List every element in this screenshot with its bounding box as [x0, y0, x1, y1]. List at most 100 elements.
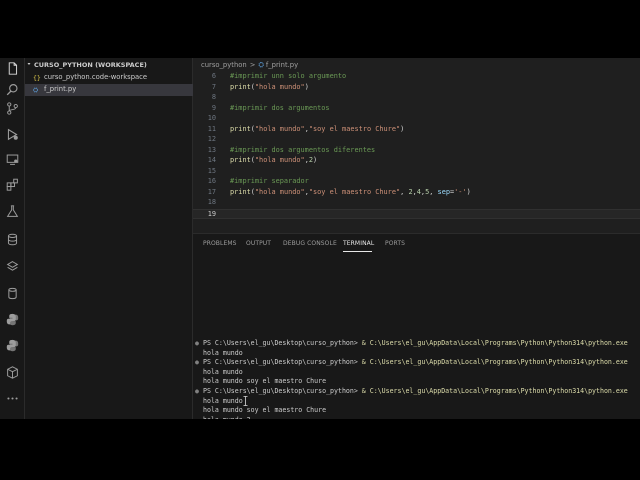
terminal-text: hola mundo soy el maestro Chure: [203, 377, 327, 386]
code-token: print: [230, 187, 251, 196]
code-line[interactable]: 7 print("hola mundo"): [193, 83, 640, 94]
terminal-text: hola mundo: [203, 396, 243, 405]
testing-icon[interactable]: [5, 204, 20, 219]
code-line[interactable]: 13 #imprimir dos argumentos diferentes: [193, 146, 640, 157]
terminal-text: hola mundo soy el maestro Chure: [203, 406, 327, 415]
activity-bar: [0, 58, 25, 419]
python-icon[interactable]: [5, 312, 20, 327]
python-file-icon: ⛭: [33, 86, 39, 94]
code-line[interactable]: 14 print("hola mundo",2): [193, 156, 640, 167]
text-cursor-icon: [243, 396, 248, 406]
code-token: "soy el maestro Chure": [308, 187, 401, 196]
code-token: "hola mundo": [254, 156, 305, 164]
terminal-output-line: hola mundo: [203, 349, 243, 357]
code-line[interactable]: 8: [193, 93, 640, 104]
breadcrumb-folder[interactable]: curso_python: [201, 61, 247, 69]
workspace-title[interactable]: CURSO_PYTHON (WORKSPACE): [34, 61, 147, 69]
explorer-item-label: curso_python.code-workspace: [44, 73, 148, 81]
breadcrumb-separator: >: [249, 61, 256, 69]
terminal-prompt: PS C:\Users\el_gu\Desktop\curso_python>: [203, 339, 362, 347]
more-icon[interactable]: [5, 391, 20, 406]
run-debug-icon[interactable]: [5, 127, 20, 142]
package-icon[interactable]: [5, 365, 20, 380]
line-number: 6: [211, 72, 216, 80]
terminal-command: & C:\Users\el_gu\AppData\Local\Programs\…: [361, 358, 628, 367]
terminal-command: & C:\Users\el_gu\AppData\Local\Programs\…: [361, 339, 628, 347]
panel-tab-ports[interactable]: PORTS: [385, 240, 405, 247]
terminal-prompt-line: ● PS C:\Users\el_gu\Desktop\curso_python>…: [195, 387, 628, 395]
code-text: #imprimir unn solo argumento: [230, 72, 346, 80]
code-token: ): [400, 124, 405, 133]
line-number: 9: [211, 103, 216, 112]
code-token: "hola mundo": [254, 187, 305, 196]
code-text: #imprimir separador: [230, 177, 309, 185]
code-token: sep: [437, 187, 450, 196]
extensions-icon[interactable]: [5, 177, 20, 192]
breadcrumb: curso_python > ⛭ f_print.py: [201, 61, 298, 70]
line-number: 8: [211, 93, 216, 101]
search-icon[interactable]: [5, 82, 20, 97]
code-line[interactable]: 11 print("hola mundo","soy el maestro Chu…: [193, 125, 640, 136]
line-number: 7: [211, 82, 216, 91]
line-number: 13: [207, 145, 216, 154]
layers-icon[interactable]: [5, 259, 20, 274]
source-control-icon[interactable]: [5, 101, 20, 116]
code-line[interactable]: 6 #imprimir unn solo argumento: [193, 72, 640, 83]
code-line[interactable]: 12: [193, 135, 640, 146]
code-token: "soy el maestro Chure": [308, 124, 401, 133]
code-text: #imprimir dos argumentos diferentes: [230, 146, 375, 154]
terminal-prompt-line: ● PS C:\Users\el_gu\Desktop\curso_python>…: [195, 358, 628, 367]
terminal-text: hola mundo: [203, 367, 243, 376]
breadcrumb-file[interactable]: f_print.py: [266, 61, 298, 69]
code-token: print: [230, 156, 251, 164]
line-number: 15: [207, 166, 216, 175]
terminal-output-line: hola mundo 2: [203, 416, 251, 419]
code-token: ): [304, 82, 309, 91]
panel-tab-output[interactable]: OUTPUT: [246, 240, 271, 247]
command-decoration-icon[interactable]: ●: [195, 358, 199, 366]
active-tab-indicator: [343, 251, 372, 252]
code-token: #imprimir dos argumentos: [230, 103, 330, 112]
code-token: #imprimir separador: [230, 177, 309, 185]
terminal-text: hola mundo 2: [203, 416, 251, 419]
code-token: ): [313, 156, 318, 164]
panel-tab-terminal[interactable]: TERMINAL: [343, 240, 374, 247]
code-line[interactable]: 9 #imprimir dos argumentos: [193, 104, 640, 115]
terminal-output-line: hola mundo: [203, 368, 243, 376]
terminal-command: & C:\Users\el_gu\AppData\Local\Programs\…: [361, 387, 628, 395]
code-line[interactable]: 15: [193, 167, 640, 178]
panel-tab-problems[interactable]: PROBLEMS: [203, 240, 237, 247]
code-line[interactable]: 16 #imprimir separador: [193, 177, 640, 188]
explorer-item[interactable]: {} curso_python.code-workspace: [25, 72, 193, 84]
line-number: 18: [207, 198, 216, 206]
remote-explorer-icon[interactable]: [5, 152, 20, 167]
code-token: ,: [429, 187, 438, 196]
code-line[interactable]: 10: [193, 114, 640, 125]
line-number: 12: [207, 135, 216, 143]
code-text: print("hola mundo",2): [230, 156, 317, 164]
json-braces-icon: {}: [33, 74, 41, 82]
code-token: "hola mundo": [254, 124, 305, 133]
files-icon[interactable]: [5, 61, 20, 76]
command-decoration-icon[interactable]: ●: [195, 339, 199, 347]
explorer-sidebar: CURSO_PYTHON (WORKSPACE) {} curso_python.…: [25, 58, 193, 419]
command-decoration-icon[interactable]: ●: [195, 387, 199, 395]
terminal-output-line: hola mundo: [203, 397, 243, 405]
code-line[interactable]: 18: [193, 198, 640, 209]
code-line[interactable]: 19: [193, 208, 640, 219]
line-number: 19: [207, 209, 216, 218]
chevron-down-icon[interactable]: [27, 62, 31, 66]
terminal-output-line: hola mundo soy el maestro Chure: [203, 377, 326, 385]
database-icon[interactable]: [5, 232, 20, 247]
panel-tab-debug-console[interactable]: DEBUG CONSOLE: [283, 240, 337, 247]
explorer-item[interactable]: ⛭ f_print.py: [25, 84, 193, 96]
editor-area[interactable]: curso_python > ⛭ f_print.py 6 #imprimir unn …: [193, 58, 640, 233]
line-number: 11: [207, 124, 216, 133]
terminal-output-line: hola mundo soy el maestro Chure: [203, 406, 326, 414]
storage-icon[interactable]: [5, 286, 20, 301]
vscode-window: CURSO_PYTHON (WORKSPACE) {} curso_python.…: [0, 58, 640, 419]
code-line[interactable]: 17 print("hola mundo","soy el maestro Chu…: [193, 188, 640, 199]
code-text: print("hola mundo","soy el maestro Chure…: [230, 188, 471, 196]
line-number: 17: [207, 187, 216, 196]
python-env-icon[interactable]: [5, 338, 20, 353]
